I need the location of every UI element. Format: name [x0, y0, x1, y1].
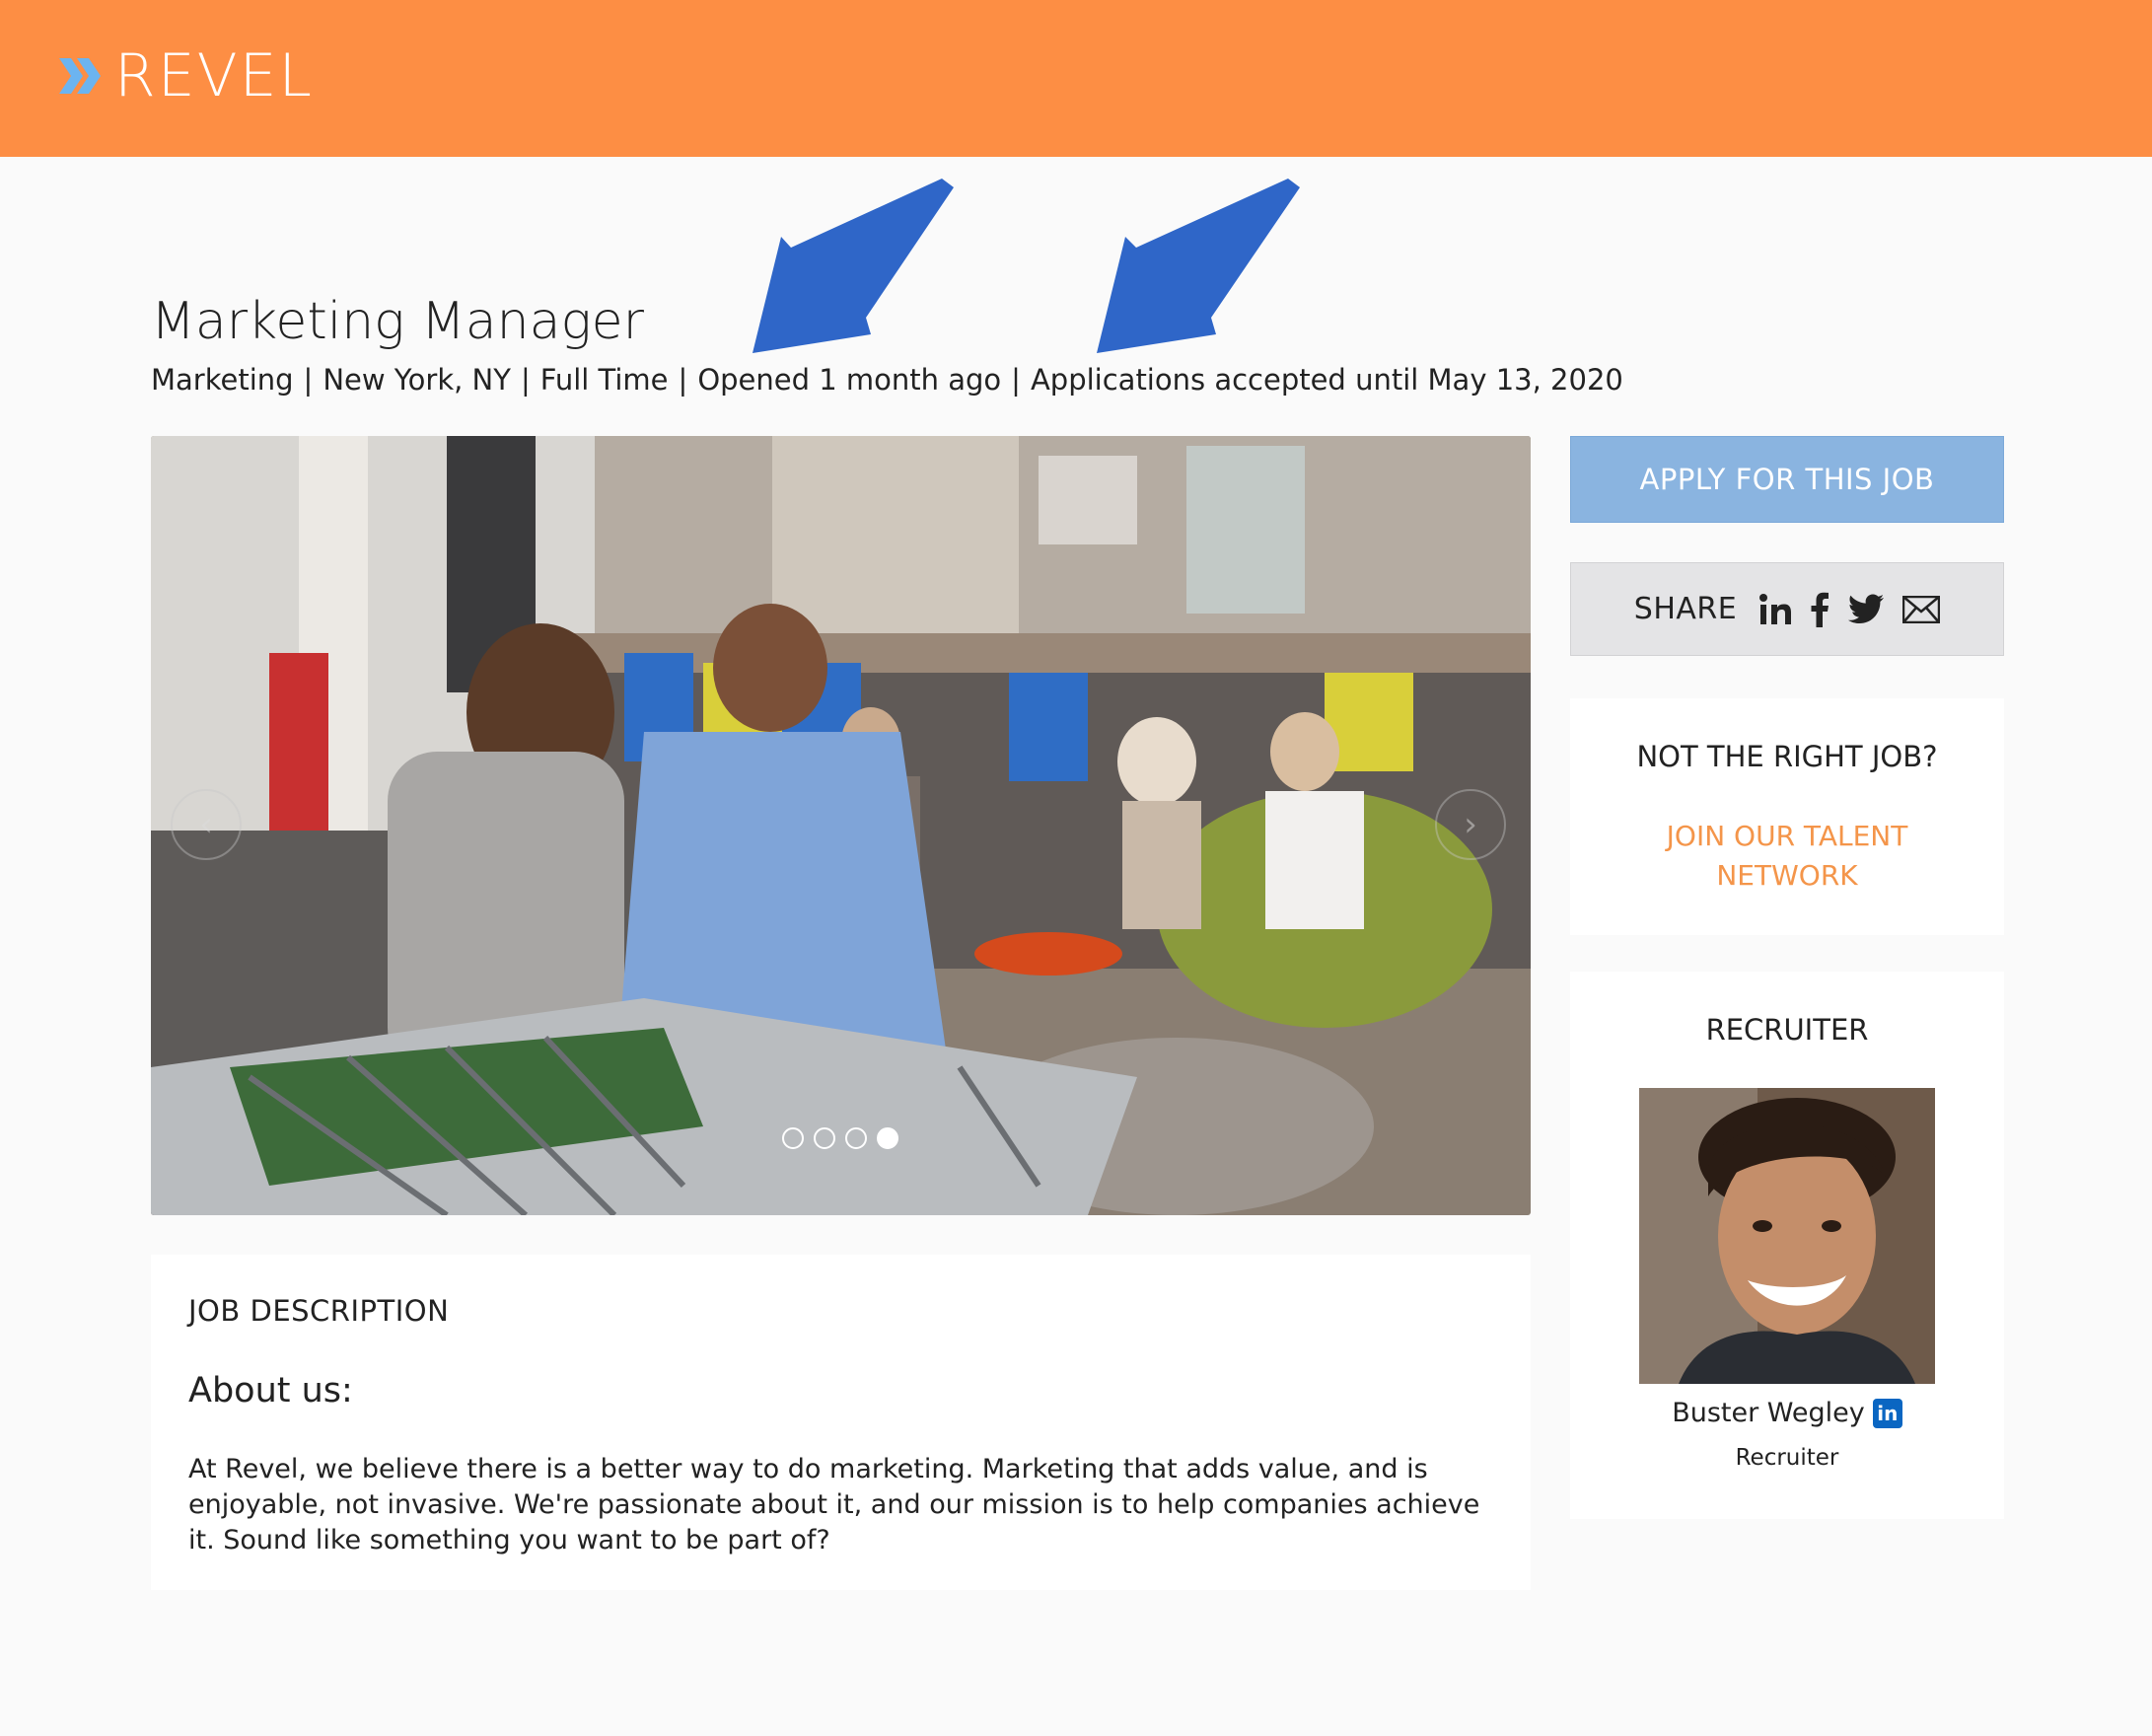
talent-link-line1: JOIN OUR TALENT: [1666, 820, 1908, 852]
carousel-next-button[interactable]: ›: [1435, 789, 1506, 860]
office-photo: [151, 436, 1531, 1215]
recruiter-avatar: [1639, 1088, 1935, 1384]
not-right-job-heading: NOT THE RIGHT JOB?: [1636, 740, 1938, 773]
carousel-dot-active[interactable]: [877, 1127, 898, 1149]
linkedin-icon[interactable]: [1758, 593, 1792, 626]
about-us-heading: About us:: [188, 1371, 353, 1410]
share-label: SHARE: [1633, 592, 1738, 626]
description-heading: JOB DESCRIPTION: [188, 1294, 450, 1328]
recruiter-linkedin-icon[interactable]: in: [1872, 1398, 1902, 1428]
job-type: Full Time: [539, 363, 669, 397]
recruiter-name-row: Buster Wegley in: [1570, 1398, 2004, 1428]
join-talent-network-link[interactable]: JOIN OUR TALENT NETWORK: [1570, 817, 2004, 896]
recruiter-heading: RECRUITER: [1705, 1013, 1869, 1047]
apply-button[interactable]: APPLY FOR THIS JOB: [1570, 436, 2004, 523]
logo-text: REVEL: [114, 41, 314, 110]
carousel-prev-button[interactable]: ‹: [171, 789, 242, 860]
revel-logo[interactable]: REVEL: [57, 41, 314, 110]
top-header-bar: REVEL: [0, 0, 2152, 157]
hero-carousel-image: [151, 436, 1531, 1215]
carousel-dot[interactable]: [814, 1127, 835, 1149]
recruiter-name: Buster Wegley: [1672, 1398, 1865, 1428]
email-icon[interactable]: [1902, 595, 1941, 623]
not-right-job-card: NOT THE RIGHT JOB? JOIN OUR TALENT NETWO…: [1570, 698, 2004, 935]
facebook-icon[interactable]: [1810, 592, 1829, 627]
recruiter-card: RECRUITER Buster Wegley in Recruiter: [1570, 972, 2004, 1519]
carousel-indicators: [782, 1127, 898, 1149]
carousel-dot[interactable]: [782, 1127, 804, 1149]
talent-link-line2: NETWORK: [1716, 859, 1858, 892]
job-location: New York, NY: [323, 363, 511, 397]
twitter-icon[interactable]: [1847, 594, 1885, 625]
recruiter-role: Recruiter: [1735, 1445, 1839, 1471]
job-title: Marketing Manager: [151, 292, 645, 351]
meta-separator: |: [678, 363, 688, 397]
job-department: Marketing: [151, 363, 294, 397]
description-body: At Revel, we believe there is a better w…: [188, 1454, 1480, 1555]
meta-separator: |: [303, 363, 314, 397]
chevron-left-icon: ‹: [199, 805, 213, 844]
share-bar: SHARE: [1570, 562, 2004, 656]
job-meta: Marketing | New York, NY | Full Time | Opened …: [151, 363, 1623, 397]
chevrons-icon: [59, 58, 101, 94]
job-description-card: JOB DESCRIPTION About us: At Revel, we b…: [151, 1255, 1531, 1590]
annotation-arrow-left: [753, 179, 954, 353]
job-opened: Opened 1 month ago: [697, 363, 1002, 397]
carousel-dot[interactable]: [845, 1127, 867, 1149]
chevron-right-icon: ›: [1464, 805, 1477, 844]
annotation-arrow-right: [1097, 179, 1300, 353]
meta-separator: |: [520, 363, 531, 397]
job-deadline: Applications accepted until May 13, 2020: [1030, 363, 1623, 397]
meta-separator: |: [1011, 363, 1021, 397]
